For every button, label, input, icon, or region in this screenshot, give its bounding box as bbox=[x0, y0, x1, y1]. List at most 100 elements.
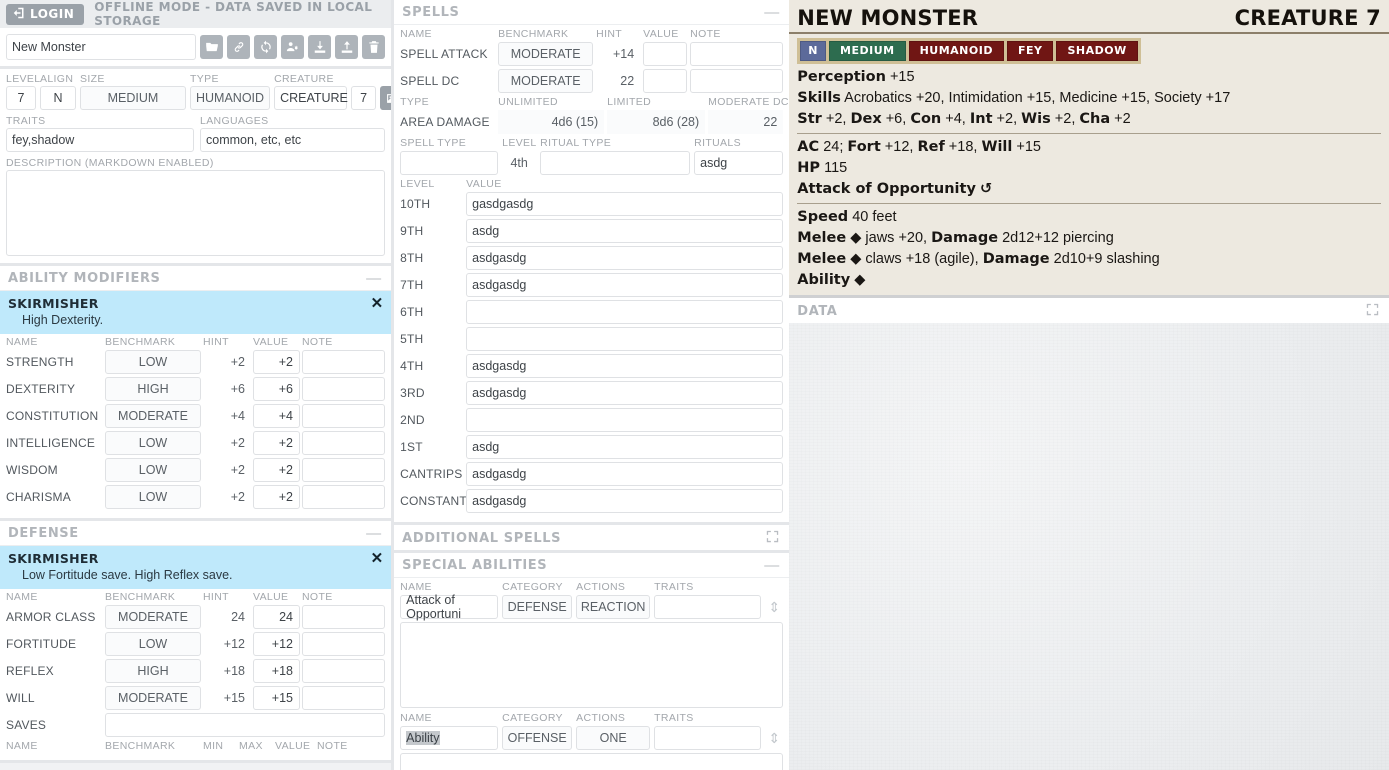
data-panel-title: DATA bbox=[797, 303, 838, 319]
data-panel-body[interactable] bbox=[789, 323, 1389, 770]
ability-actions-select[interactable]: ONE bbox=[576, 726, 651, 750]
note-input[interactable] bbox=[302, 377, 386, 401]
spell-type-input[interactable] bbox=[400, 151, 499, 175]
spell-level-input[interactable]: gasdgasdg bbox=[466, 192, 784, 216]
value-input[interactable] bbox=[643, 69, 688, 93]
spell-level-input[interactable]: asdgasdg bbox=[466, 246, 784, 270]
value-input[interactable]: +12 bbox=[253, 632, 300, 656]
note-input[interactable] bbox=[302, 632, 386, 656]
close-icon[interactable]: ✕ bbox=[371, 296, 384, 311]
value-input[interactable]: +2 bbox=[253, 485, 300, 509]
close-icon[interactable]: ✕ bbox=[371, 551, 384, 566]
ability-actions-select[interactable]: REACTION bbox=[576, 595, 651, 619]
note-input[interactable] bbox=[302, 659, 386, 683]
languages-input[interactable]: common, etc, etc bbox=[200, 128, 386, 152]
note-input[interactable] bbox=[302, 404, 386, 428]
trash-icon[interactable] bbox=[362, 35, 386, 59]
benchmark-select[interactable]: LOW bbox=[105, 458, 201, 482]
note-input[interactable] bbox=[690, 69, 784, 93]
ability-category-select[interactable]: OFFENSE bbox=[502, 726, 573, 750]
expand-icon[interactable] bbox=[766, 530, 779, 546]
expand-icon[interactable] bbox=[1366, 303, 1379, 319]
value-input[interactable]: +18 bbox=[253, 659, 300, 683]
spell-level-input[interactable]: asdg bbox=[466, 219, 784, 243]
creature-label: CREATURE bbox=[274, 73, 334, 85]
benchmark-select[interactable]: MODERATE bbox=[105, 686, 201, 710]
collapse-icon[interactable]: — bbox=[366, 271, 381, 286]
collapse-icon[interactable]: — bbox=[366, 526, 381, 541]
benchmark-select[interactable]: LOW bbox=[105, 485, 201, 509]
rituals-input[interactable]: asdg bbox=[694, 151, 784, 175]
align-input[interactable]: N bbox=[40, 86, 76, 110]
benchmark-select[interactable]: HIGH bbox=[105, 659, 201, 683]
value-input[interactable]: 24 bbox=[253, 605, 300, 629]
login-button[interactable]: LOGIN bbox=[6, 3, 85, 25]
spell-level-input[interactable]: asdg bbox=[466, 435, 784, 459]
value-input[interactable]: +2 bbox=[253, 350, 300, 374]
link-icon[interactable] bbox=[227, 35, 251, 59]
ability-name-input[interactable]: Ability bbox=[400, 726, 499, 750]
value-input[interactable]: +15 bbox=[253, 686, 300, 710]
row-name: WILL bbox=[6, 691, 35, 705]
spell-level-input[interactable] bbox=[466, 408, 784, 432]
drag-handle-icon[interactable]: ⇕ bbox=[765, 595, 783, 619]
benchmark-select[interactable]: MODERATE bbox=[105, 404, 201, 428]
benchmark-select[interactable]: MODERATE bbox=[105, 605, 201, 629]
note-input[interactable] bbox=[302, 605, 386, 629]
ability-name-input[interactable]: Attack of Opportuni bbox=[400, 593, 499, 621]
creature-level-input[interactable]: 7 bbox=[351, 86, 377, 110]
spell-level-input[interactable]: asdgasdg bbox=[466, 462, 784, 486]
right-column: NEW MONSTER CREATURE 7 N MEDIUM HUMANOID FE… bbox=[789, 0, 1389, 770]
ability-traits-input[interactable] bbox=[654, 595, 762, 619]
collapse-icon[interactable]: — bbox=[764, 558, 779, 573]
note-input[interactable] bbox=[690, 42, 784, 66]
note-input[interactable] bbox=[302, 686, 386, 710]
ability-description-textarea[interactable] bbox=[400, 622, 784, 708]
spell-level-input[interactable] bbox=[466, 327, 784, 351]
note-input[interactable] bbox=[302, 458, 386, 482]
traits-input[interactable]: fey,shadow bbox=[6, 128, 194, 152]
size-select[interactable]: MEDIUM bbox=[80, 86, 186, 110]
benchmark-select[interactable]: LOW bbox=[105, 431, 201, 455]
benchmark-select[interactable]: LOW bbox=[105, 632, 201, 656]
image-icon[interactable] bbox=[380, 86, 392, 110]
upload-icon[interactable] bbox=[335, 35, 359, 59]
benchmark-select[interactable]: LOW bbox=[105, 350, 201, 374]
benchmark-select[interactable]: MODERATE bbox=[498, 69, 594, 93]
spell-level-label: 5TH bbox=[400, 332, 424, 346]
note-input[interactable] bbox=[302, 350, 386, 374]
saves-input[interactable] bbox=[105, 713, 386, 737]
collapse-icon[interactable]: — bbox=[764, 5, 779, 20]
type-select[interactable]: HUMANOID bbox=[190, 86, 271, 110]
creature-input[interactable]: CREATURE bbox=[274, 86, 348, 110]
ability-category-select[interactable]: DEFENSE bbox=[502, 595, 573, 619]
hint-value: 22 bbox=[620, 74, 635, 88]
ability-line: Ability ◆ bbox=[789, 270, 1389, 291]
spell-level-input[interactable]: asdgasdg bbox=[466, 381, 784, 405]
spell-level-input[interactable] bbox=[466, 300, 784, 324]
benchmark-select[interactable]: HIGH bbox=[105, 377, 201, 401]
benchmark-select[interactable]: MODERATE bbox=[498, 42, 594, 66]
ability-description-textarea[interactable] bbox=[400, 753, 784, 770]
download-icon[interactable] bbox=[308, 35, 332, 59]
note-input[interactable] bbox=[302, 431, 386, 455]
value-input[interactable]: +2 bbox=[253, 431, 300, 455]
spell-level-input[interactable]: asdgasdg bbox=[466, 354, 784, 378]
monster-name-input[interactable]: New Monster bbox=[6, 34, 197, 60]
value-input[interactable]: +6 bbox=[253, 377, 300, 401]
value-input[interactable] bbox=[643, 42, 688, 66]
sync-icon[interactable] bbox=[254, 35, 278, 59]
ritual-type-input[interactable] bbox=[540, 151, 691, 175]
folder-open-icon[interactable] bbox=[200, 35, 224, 59]
users-cog-icon[interactable] bbox=[281, 35, 305, 59]
description-textarea[interactable] bbox=[6, 170, 386, 256]
value-input[interactable]: +2 bbox=[253, 458, 300, 482]
spell-level-input[interactable]: asdgasdg bbox=[466, 489, 784, 513]
level-input[interactable]: 7 bbox=[6, 86, 36, 110]
ability-traits-input[interactable] bbox=[654, 726, 762, 750]
spell-level-input[interactable]: asdgasdg bbox=[466, 273, 784, 297]
drag-handle-icon[interactable]: ⇕ bbox=[765, 726, 783, 750]
note-input[interactable] bbox=[302, 485, 386, 509]
value-input[interactable]: +4 bbox=[253, 404, 300, 428]
table-row: DEXTERITY HIGH +6 +6 bbox=[6, 377, 386, 401]
